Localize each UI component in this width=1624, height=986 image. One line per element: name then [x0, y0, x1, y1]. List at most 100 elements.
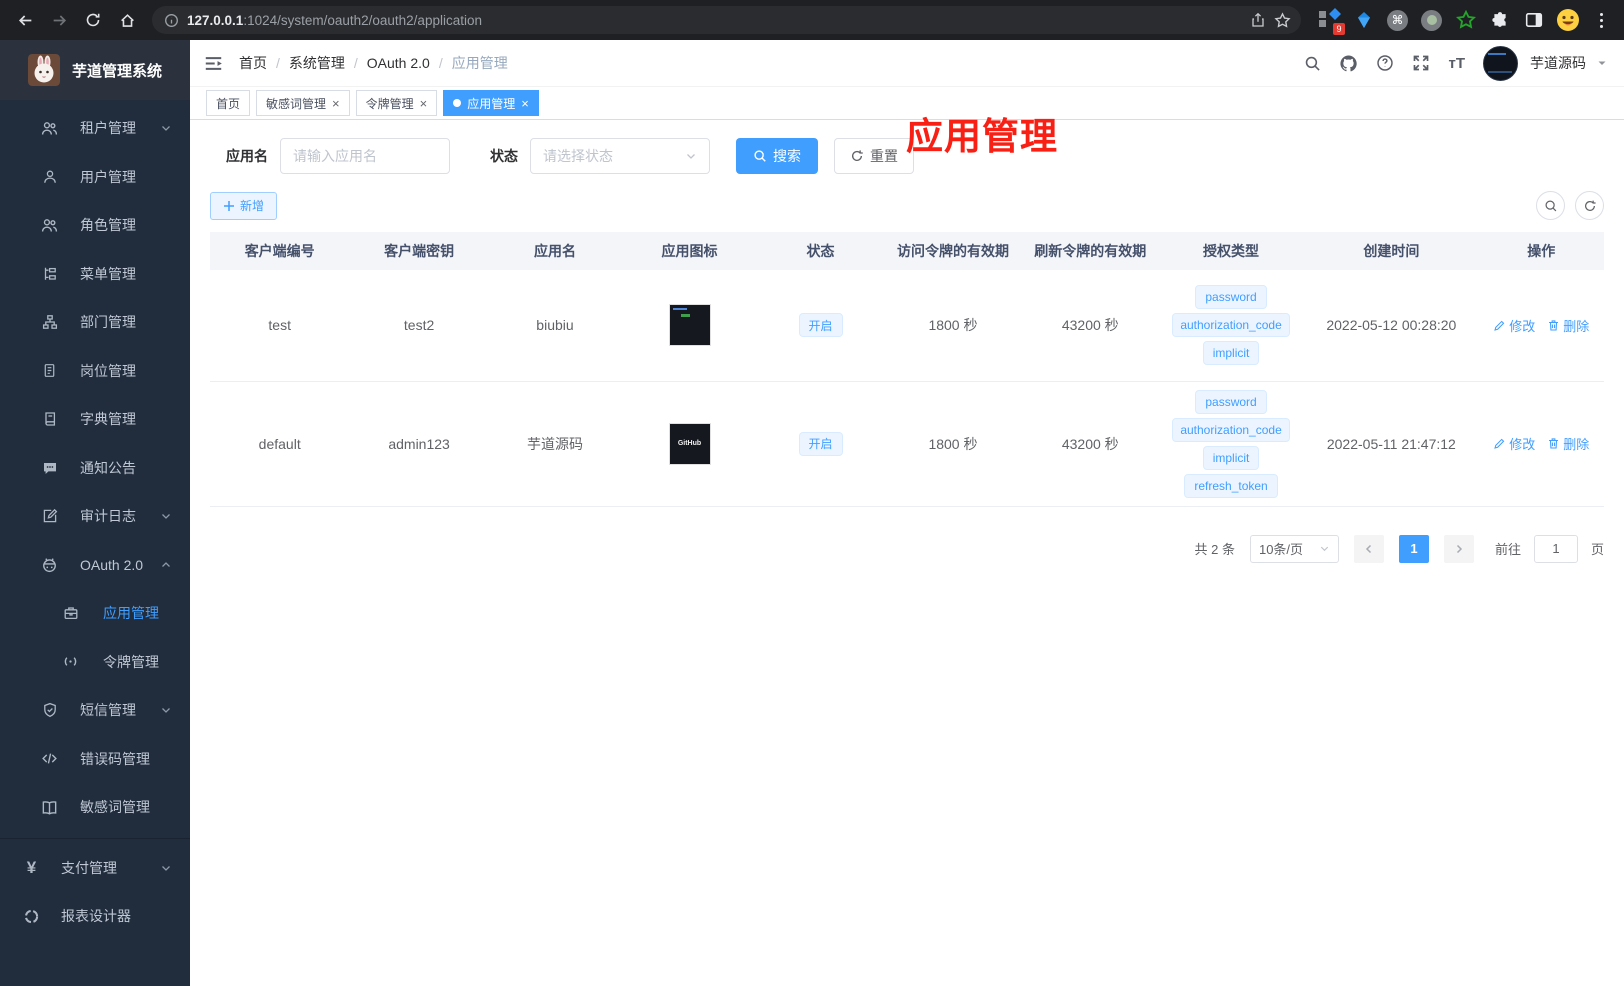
tab-令牌管理[interactable]: 令牌管理 × — [355, 90, 438, 116]
delete-link[interactable]: 删除 — [1547, 434, 1589, 453]
sidebar-item-label: 短信管理 — [80, 702, 136, 719]
logo-rabbit-image — [28, 54, 60, 86]
username[interactable]: 芋道源码 — [1530, 53, 1586, 73]
yen-icon: ¥ — [26, 857, 37, 877]
sidebar-item-label: 敏感词管理 — [80, 799, 150, 816]
cell-actions: 修改 删除 — [1478, 381, 1604, 507]
profile-avatar-emoji-icon[interactable] — [1555, 8, 1580, 33]
grant-tag: password — [1195, 389, 1267, 414]
sidebar-item-oauth-app[interactable]: 应用管理 — [0, 589, 190, 638]
tab-敏感词管理[interactable]: 敏感词管理 × — [256, 90, 350, 116]
sidebar-item-post[interactable]: 岗位管理 — [0, 347, 190, 396]
fullscreen-icon[interactable] — [1412, 54, 1430, 72]
extension-green-star-icon[interactable] — [1453, 8, 1478, 33]
add-button[interactable]: 新增 — [210, 191, 278, 220]
tab-label: 首页 — [216, 96, 241, 111]
side-panel-icon[interactable] — [1521, 8, 1546, 33]
user-caret-down-icon[interactable] — [1596, 57, 1608, 69]
breadcrumb-item[interactable]: 系统管理 — [289, 53, 345, 73]
sidebar-collapse-icon[interactable] — [204, 54, 223, 73]
sidebar-item-audit[interactable]: 审计日志 — [0, 492, 190, 541]
sidebar-item-errcode[interactable]: 错误码管理 — [0, 735, 190, 784]
tabs-bar: 首页 敏感词管理 × 令牌管理 × 应用管理 × — [190, 87, 1624, 120]
users-icon — [41, 217, 58, 234]
edit-link[interactable]: 修改 — [1493, 434, 1535, 453]
breadcrumb-item[interactable]: 首页 — [239, 53, 267, 73]
url-bar[interactable]: 127.0.0.1:1024/system/oauth2/oauth2/appl… — [152, 6, 1301, 34]
search-button[interactable]: 搜索 — [736, 138, 818, 174]
next-page-button[interactable] — [1443, 534, 1474, 563]
browser-home-icon[interactable] — [112, 5, 142, 35]
sidebar-item-tenant[interactable]: 租户管理 — [0, 104, 190, 153]
tab-首页[interactable]: 首页 — [206, 90, 251, 116]
tab-close-icon[interactable]: × — [521, 96, 529, 111]
github-icon[interactable] — [1339, 54, 1358, 73]
sidebar-item-menu[interactable]: 菜单管理 — [0, 250, 190, 299]
page-content: 应用名 状态 请选择状态 搜索 重置 — [190, 120, 1624, 986]
browser-reload-icon[interactable] — [78, 5, 108, 35]
tab-label: 应用管理 — [467, 96, 516, 111]
site-info-icon[interactable] — [164, 13, 179, 28]
column-header-app_name: 应用名 — [488, 232, 622, 270]
sidebar-item-user[interactable]: 用户管理 — [0, 153, 190, 202]
share-icon[interactable] — [1250, 12, 1266, 28]
sidebar-item-label: 角色管理 — [80, 217, 136, 234]
sidebar-item-dict[interactable]: 字典管理 — [0, 395, 190, 444]
app-logo[interactable]: 芋道管理系统 — [0, 40, 190, 100]
browser-forward-icon[interactable] — [44, 5, 74, 35]
status-tag: 开启 — [798, 313, 843, 338]
sidebar-item-notice[interactable]: 通知公告 — [0, 444, 190, 493]
font-size-icon[interactable]: тT — [1448, 55, 1465, 72]
reset-button-icon — [851, 150, 863, 161]
extension-recorder-icon[interactable] — [1419, 8, 1444, 33]
bookmark-star-icon[interactable] — [1274, 11, 1291, 29]
status-select[interactable]: 请选择状态 — [530, 138, 710, 174]
browser-menu-icon[interactable] — [1589, 8, 1614, 33]
sidebar-item-oauth[interactable]: OAuth 2.0 — [0, 541, 190, 590]
tab-应用管理[interactable]: 应用管理 × — [443, 90, 539, 116]
sidebar-item-sensitive[interactable]: 敏感词管理 — [0, 783, 190, 832]
status-tag: 开启 — [798, 431, 843, 456]
extensions-puzzle-icon[interactable] — [1487, 8, 1512, 33]
tab-label: 敏感词管理 — [266, 96, 327, 111]
cell-app_name: 芋道源码 — [488, 381, 622, 507]
sidebar-item-report[interactable]: 报表设计器 — [0, 892, 190, 941]
edit-icon — [41, 508, 58, 525]
sidebar-item-label: 错误码管理 — [80, 750, 150, 767]
show-search-toggle-button[interactable] — [1536, 191, 1565, 220]
page-size-select[interactable]: 10条/页 — [1249, 534, 1339, 563]
tab-close-icon[interactable]: × — [332, 96, 340, 111]
header-search-icon[interactable] — [1304, 55, 1321, 72]
tab-close-icon[interactable]: × — [420, 96, 428, 111]
extension-command-icon[interactable]: ⌘ — [1385, 8, 1410, 33]
delete-link[interactable]: 删除 — [1547, 316, 1589, 335]
sidebar-item-oauth-token[interactable]: 令牌管理 — [0, 638, 190, 687]
applications-table: 客户端编号 客户端密钥 应用名 应用图标 状态 访问令牌的有效期 刷新令牌的有效期 授权类型创… — [210, 232, 1604, 507]
sidebar-item-pay[interactable]: ¥ 支付管理 — [0, 844, 190, 893]
column-header-actions: 操作 — [1478, 232, 1604, 270]
app-icon-image: GitHub — [668, 422, 711, 465]
reset-button[interactable]: 重置 — [834, 138, 914, 174]
sidebar-item-dept[interactable]: 部门管理 — [0, 298, 190, 347]
sidebar-item-sms[interactable]: 短信管理 — [0, 686, 190, 735]
sidebar-menu: 租户管理 用户管理角色管理菜单管理 部门管理 岗位管理 字典管理 通知公告 审计日志 OAut… — [0, 100, 190, 986]
prev-page-button[interactable] — [1353, 534, 1384, 563]
breadcrumb-item[interactable]: OAuth 2.0 — [367, 55, 430, 71]
book-icon — [41, 411, 58, 428]
help-icon[interactable] — [1376, 54, 1394, 72]
page-number-button[interactable]: 1 — [1398, 534, 1429, 563]
status-label: 状态 — [490, 148, 518, 164]
extension-gem-icon[interactable] — [1351, 8, 1376, 33]
sidebar-item-role[interactable]: 角色管理 — [0, 201, 190, 250]
table-row: default admin123 芋道源码 GitHub 开启 1800 秒 43200 秒… — [210, 381, 1604, 507]
grant-type-tags: password authorization_code implicit refres… — [1162, 389, 1300, 498]
total-count: 共 2 条 — [1194, 542, 1235, 557]
user-avatar[interactable] — [1483, 45, 1518, 81]
refresh-table-button[interactable] — [1575, 191, 1604, 220]
chevron-down-icon — [160, 704, 172, 716]
extension-tag-assistant-icon[interactable]: 9 — [1317, 7, 1345, 35]
app-name-input[interactable] — [280, 138, 450, 174]
browser-back-icon[interactable] — [10, 5, 40, 35]
page-goto-input[interactable] — [1533, 534, 1578, 563]
edit-link[interactable]: 修改 — [1493, 316, 1535, 335]
